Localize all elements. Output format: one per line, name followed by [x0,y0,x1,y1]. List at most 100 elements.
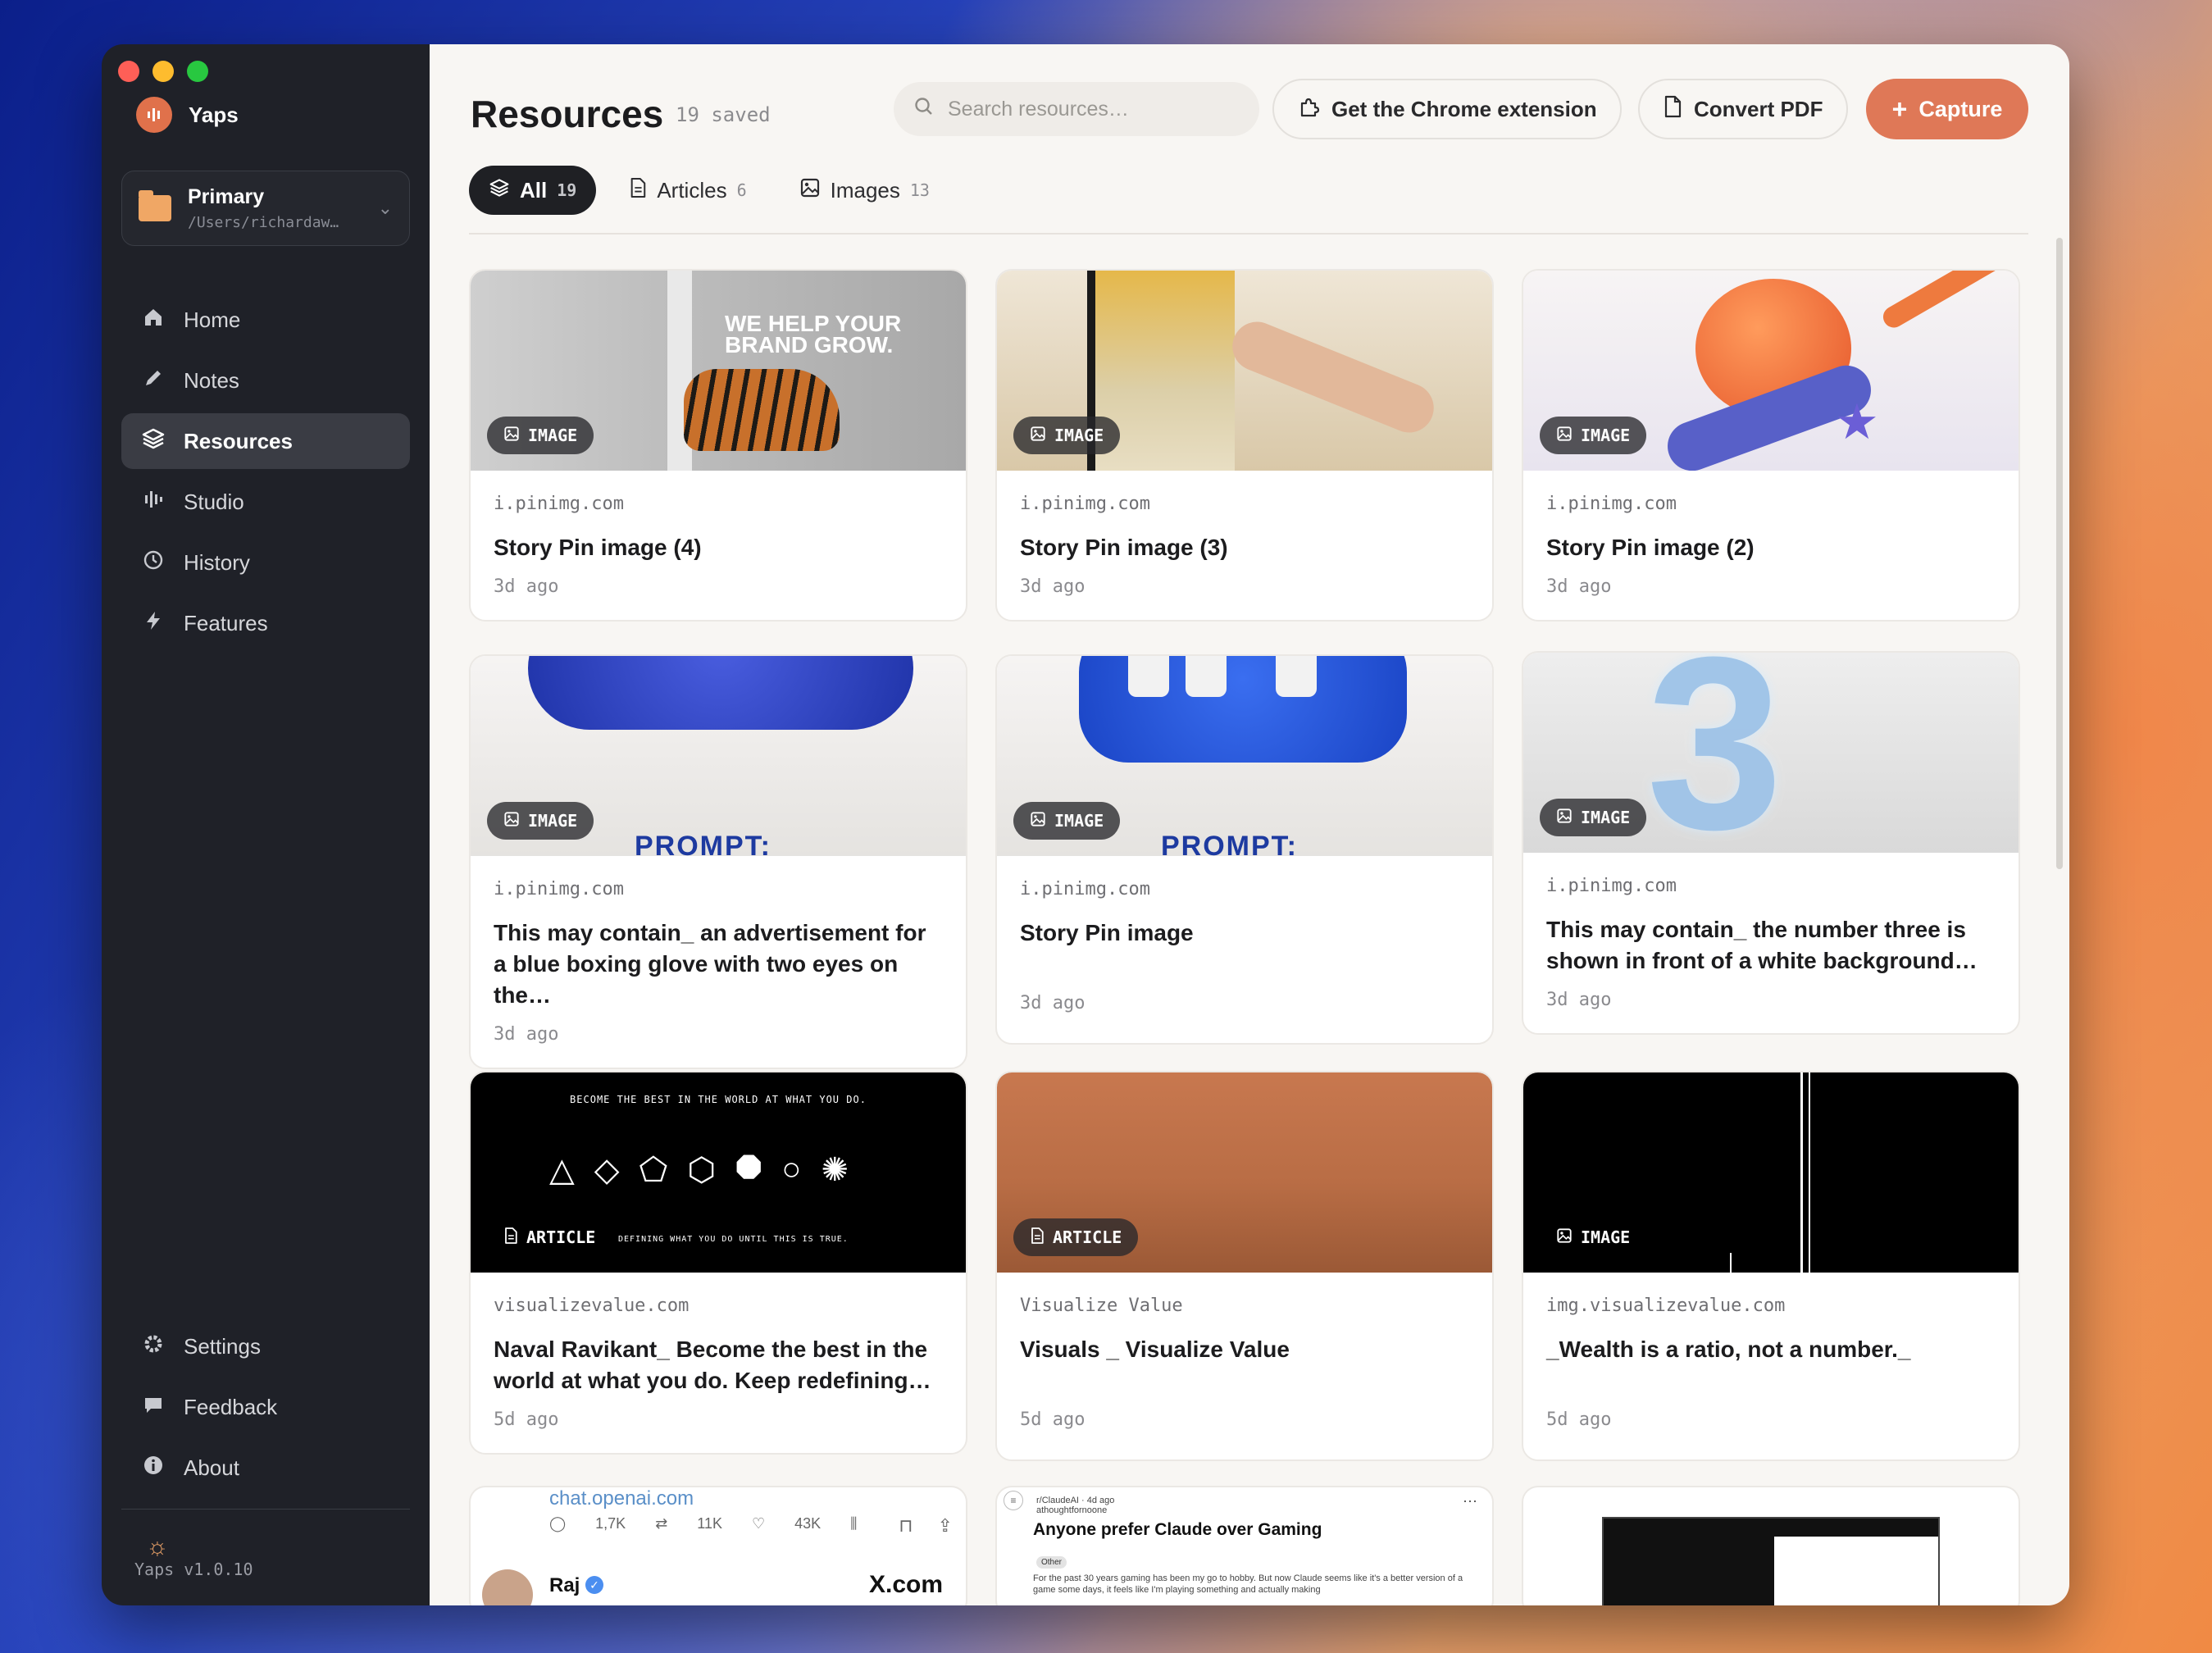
document-icon [1030,1227,1045,1249]
type-badge: IMAGE [487,417,594,454]
card-domain: img.visualizevalue.com [1546,1296,1786,1316]
filter-count: 19 [557,180,577,200]
saved-count: 19 saved [676,103,771,126]
card-domain: visualizevalue.com [494,1296,690,1316]
type-badge: ARTICLE [1013,1218,1139,1256]
puzzle-icon [1297,95,1320,124]
nav-label: Notes [184,367,239,393]
nav-item-history[interactable]: History [121,535,410,590]
card-domain: i.pinimg.com [1546,494,1677,514]
filter-tabs: All 19 Articles 6 Images 13 [469,166,949,215]
window-controls [118,61,208,82]
reddit-user: athoughtfornoone [1036,1505,1108,1515]
nav-item-about[interactable]: About [121,1440,410,1496]
card-title: Story Pin image [1020,920,1194,945]
zoom-window-button[interactable] [187,61,208,82]
thumbnail-text: PROMPT: [635,831,771,856]
workspace-path: /Users/richardaw… [188,214,339,231]
resource-card[interactable]: PROMPT: IMAGE i.pinimg.com This may cont… [469,654,967,1069]
nav-item-resources[interactable]: Resources [121,413,410,469]
verified-icon: ✓ [585,1576,603,1594]
plus-icon: + [1891,94,1908,124]
resource-card[interactable]: ARTICLE Visualize Value Visuals _ Visual… [995,1071,1494,1461]
filter-images[interactable]: Images 13 [780,166,949,215]
avatar [482,1569,533,1605]
workspace-selector[interactable]: Primary /Users/richardaw… ⌄ [121,171,410,246]
nav-label: Feedback [184,1394,278,1419]
type-label: IMAGE [1054,426,1104,445]
card-time: 3d ago [494,1024,559,1045]
sun-icon[interactable]: ☼ [146,1533,169,1561]
tweet-stats: ◯ 1,7K ⇄ 11K ♡ 43K ⫼ [549,1515,857,1532]
resource-card[interactable]: WE HELP YOUR BRAND GROW. IMAGE i.pinimg.… [469,269,967,622]
resource-card[interactable]: BECOME THE BEST IN THE WORLD AT WHAT YOU… [469,1071,967,1455]
capture-button[interactable]: + Capture [1866,79,2028,139]
nav-item-notes[interactable]: Notes [121,353,410,408]
filters-divider [469,233,2028,235]
app-name: Yaps [189,102,239,127]
type-badge: IMAGE [1540,417,1647,454]
image-icon [1030,426,1046,446]
secondary-nav: Settings Feedback About [121,1318,410,1500]
resource-card[interactable]: chat.openai.com ◯ 1,7K ⇄ 11K ♡ 43K ⫼ ⊓ ⇪ Ra… [469,1486,967,1605]
folder-icon [139,190,171,221]
app-version: Yaps v1.0.10 [134,1560,253,1579]
bolt-icon [141,609,166,638]
reply-icon: ◯ [549,1515,567,1532]
resource-card[interactable]: ★ IMAGE i.pinimg.com Story Pin image (2)… [1522,269,2020,622]
minimize-window-button[interactable] [152,61,174,82]
type-label: ARTICLE [526,1227,596,1247]
tweet-source: X.com [868,1571,943,1598]
card-thumbnail: IMAGE [997,271,1492,471]
nav-label: About [184,1455,239,1480]
search-input[interactable]: Search resources… [894,82,1259,136]
thumbnail-text: BECOME THE BEST IN THE WORLD AT WHAT YOU… [570,1094,867,1105]
type-badge: IMAGE [1540,799,1647,836]
type-label: IMAGE [528,426,578,445]
nav-item-feedback[interactable]: Feedback [121,1379,410,1435]
filter-count: 13 [909,180,930,200]
card-thumbnail: 3 IMAGE [1523,653,2019,853]
filter-articles[interactable]: Articles 6 [609,166,766,215]
type-badge: IMAGE [487,802,594,840]
resource-card[interactable]: IMAGE i.pinimg.com Story Pin image (3) 3… [995,269,1494,622]
scrollbar[interactable] [2056,238,2063,869]
chart-icon: ⫼ [850,1515,858,1532]
nav-item-features[interactable]: Features [121,595,410,651]
page-title: Resources [471,93,664,135]
card-thumbnail: BECOME THE BEST IN THE WORLD AT WHAT YOU… [471,1072,966,1273]
card-domain: i.pinimg.com [1020,494,1150,514]
nav-label: Features [184,610,268,635]
resource-card[interactable] [1522,1486,2020,1605]
resource-card[interactable]: PROMPT: IMAGE i.pinimg.com Story Pin ima… [995,654,1494,1045]
card-title: Story Pin image (3) [1020,535,1228,560]
type-label: ARTICLE [1053,1227,1122,1247]
capture-label: Capture [1918,96,2003,121]
reddit-body: For the past 30 years gaming has been my… [1033,1573,1463,1595]
filter-all[interactable]: All 19 [469,166,597,215]
close-window-button[interactable] [118,61,139,82]
card-time: 3d ago [494,576,559,597]
resource-card[interactable]: ≡ r/ClaudeAI · 4d ago athoughtfornoone ·… [995,1486,1494,1605]
nav-item-studio[interactable]: Studio [121,474,410,530]
thumbnail-text: PROMPT: [1161,831,1298,856]
nav-label: Home [184,307,241,332]
card-title: _Wealth is a ratio, not a number._ [1546,1337,1911,1362]
chevron-down-icon: ⌄ [377,198,393,218]
card-title: Story Pin image (2) [1546,535,1755,560]
nav-item-settings[interactable]: Settings [121,1318,410,1374]
card-title: Visuals _ Visualize Value [1020,1337,1290,1362]
resource-card[interactable]: 3 IMAGE i.pinimg.com This may contain_ t… [1522,651,2020,1035]
chrome-extension-button[interactable]: Get the Chrome extension [1272,79,1622,139]
card-time: 3d ago [1020,993,1086,1013]
card-time: 5d ago [1546,1409,1612,1430]
tweet-actions: ⊓ ⇪ [899,1515,953,1537]
resource-card[interactable]: IMAGE img.visualizevalue.com _Wealth is … [1522,1071,2020,1461]
nav-item-home[interactable]: Home [121,292,410,348]
image-icon [1556,426,1573,446]
card-title: This may contain_ the number three is sh… [1546,917,1978,973]
document-icon [1663,95,1682,124]
chrome-extension-label: Get the Chrome extension [1331,96,1597,121]
convert-pdf-button[interactable]: Convert PDF [1638,79,1848,139]
image-icon [1030,811,1046,831]
